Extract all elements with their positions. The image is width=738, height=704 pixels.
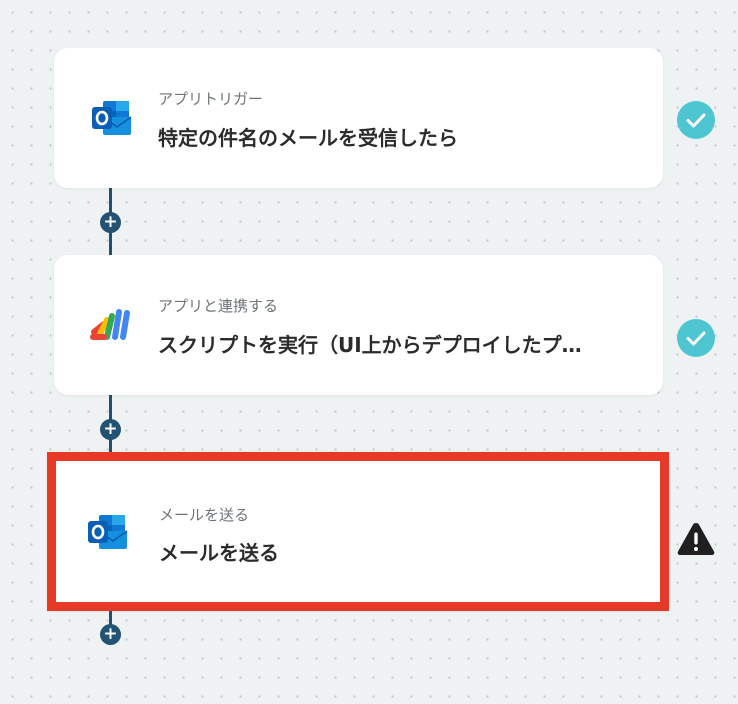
add-step-button[interactable]: + [100, 624, 121, 645]
step-type-label: アプリトリガー [158, 90, 264, 108]
add-step-button[interactable]: + [100, 212, 121, 233]
step-title: 特定の件名のメールを受信したら [158, 126, 458, 150]
flow-step-card-selected[interactable]: メールを送る メールを送る [47, 452, 669, 611]
step-title: メールを送る [159, 541, 279, 565]
check-icon [676, 318, 716, 358]
add-step-button[interactable]: + [100, 419, 121, 440]
google-apps-script-icon [90, 306, 130, 344]
warning-icon [676, 520, 716, 560]
flow-step-card[interactable]: アプリと連携する スクリプトを実行（UI上からデプロイしたプ… [54, 255, 663, 395]
outlook-icon [90, 99, 132, 137]
flow-step-card[interactable]: アプリトリガー 特定の件名のメールを受信したら [54, 48, 663, 188]
outlook-icon [86, 513, 128, 551]
step-title: スクリプトを実行（UI上からデプロイしたプ… [158, 333, 582, 357]
step-type-label: アプリと連携する [158, 297, 279, 315]
check-icon [676, 100, 716, 140]
step-type-label: メールを送る [159, 506, 250, 524]
